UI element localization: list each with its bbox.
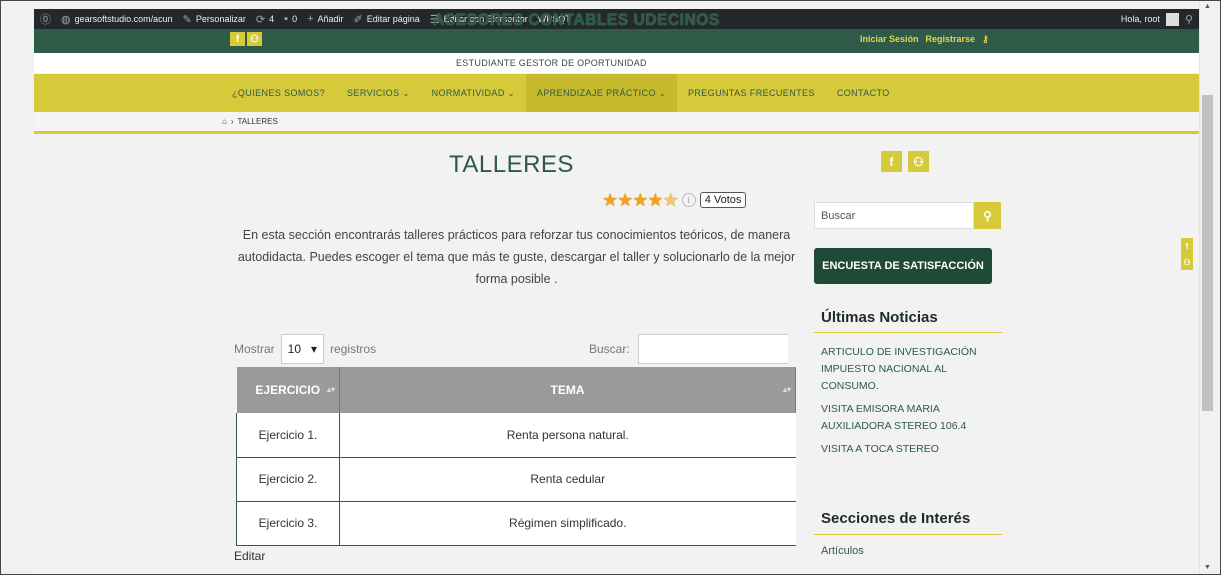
header-social-links: f ⚇ <box>230 32 262 46</box>
refresh-icon: ⟳ <box>255 13 266 26</box>
sidebar-social-links: f ⚇ <box>881 151 929 172</box>
site-link[interactable]: ◍ gearsoftstudio.com/acun <box>61 13 173 26</box>
table-length-control: Mostrar 10 ▾ registros <box>234 334 376 364</box>
wordpress-logo-icon[interactable]: ⓪ <box>40 11 51 27</box>
news-item[interactable]: VISITA A TOCA STEREO <box>821 441 981 458</box>
talleres-table: EJERCICIO ▴▾ TEMA ▴▾ Ejercicio 1. Renta pe… <box>236 367 796 546</box>
news-item[interactable]: VISITA EMISORA MARIA AUXILIADORA STEREO … <box>821 401 981 435</box>
user-icon[interactable]: ⚇ <box>247 32 262 46</box>
sidebar-search: Buscar ⚲ <box>814 202 1001 229</box>
scroll-down-icon[interactable]: ▼ <box>1202 564 1213 571</box>
news-item[interactable]: ARTICULO DE INVESTIGACIÓN IMPUESTO NACIO… <box>821 344 981 395</box>
site-tagline: ESTUDIANTE GESTOR DE OPORTUNIDAD <box>456 58 647 68</box>
user-icon[interactable]: ⚇ <box>908 151 929 172</box>
key-icon[interactable]: ⚷ <box>982 34 989 45</box>
home-icon[interactable]: ⌂ <box>222 117 227 126</box>
cell-ejercicio: Ejercicio 2. <box>236 457 340 502</box>
sort-icon: ▴▾ <box>326 385 335 394</box>
chevron-down-icon: ⌄ <box>507 88 515 98</box>
half-star-icon[interactable]: ★ <box>663 191 679 209</box>
facebook-icon[interactable]: f <box>230 32 245 46</box>
chevron-down-icon: ⌄ <box>658 88 666 98</box>
cell-ejercicio: Ejercicio 1. <box>236 413 340 458</box>
palette-icon: ◍ <box>61 13 71 26</box>
section-link[interactable]: Artículos <box>821 545 864 557</box>
cell-ejercicio: Ejercicio 3. <box>236 501 340 546</box>
brush-icon: ✎ <box>182 13 192 26</box>
records-label: registros <box>330 342 377 356</box>
site-title[interactable]: ASESORES CONTABLES UDECINOS <box>433 10 720 30</box>
nav-aprendizaje-practico[interactable]: APRENDIZAJE PRÁCTICO ⌄ <box>525 74 677 112</box>
sort-icon: ▴▾ <box>782 385 791 394</box>
table-search-label: Buscar: <box>589 342 630 356</box>
account-links: Iniciar Sesión Registrarse ⚷ <box>860 34 989 45</box>
column-header-ejercicio[interactable]: EJERCICIO ▴▾ <box>236 367 340 413</box>
search-icon[interactable]: ⚲ <box>974 202 1001 229</box>
register-link[interactable]: Registrarse <box>926 34 976 45</box>
star-rating[interactable]: ★ ★ ★ ★ ★ i 4 Votos <box>602 191 747 209</box>
star-icon[interactable]: ★ <box>602 191 618 209</box>
user-icon[interactable]: ⚇ <box>1181 254 1193 270</box>
votes-count: 4 Votos <box>699 192 747 208</box>
nav-normatividad[interactable]: NORMATIVIDAD ⌄ <box>421 74 526 112</box>
cell-tema[interactable]: Renta persona natural. <box>339 413 796 458</box>
nav-quienes-somos[interactable]: ¿QUIENES SOMOS? <box>221 74 336 112</box>
edit-page-link[interactable]: ✐ Editar página <box>354 13 420 26</box>
login-link[interactable]: Iniciar Sesión <box>860 34 919 45</box>
account-greeting[interactable]: Hola, root <box>1121 14 1160 24</box>
star-icon[interactable]: ★ <box>647 191 663 209</box>
table-header-row: EJERCICIO ▴▾ TEMA ▴▾ <box>236 367 796 413</box>
show-label: Mostrar <box>234 342 275 356</box>
cell-tema[interactable]: Régimen simplificado. <box>339 501 796 546</box>
breadcrumb: ⌂ › TALLERES <box>34 112 1199 131</box>
table-row: Ejercicio 3. Régimen simplificado. <box>236 501 796 546</box>
comment-icon: ▪ <box>284 13 289 25</box>
divider <box>814 534 1002 535</box>
chevron-down-icon: ⌄ <box>402 88 410 98</box>
latest-news-list: ARTICULO DE INVESTIGACIÓN IMPUESTO NACIO… <box>821 344 981 464</box>
scroll-up-icon[interactable]: ▲ <box>1202 3 1213 10</box>
floating-social-links: f ⚇ <box>1181 238 1193 270</box>
pencil-icon: ✐ <box>353 13 363 26</box>
nav-servicios[interactable]: SERVICIOS ⌄ <box>336 74 421 112</box>
nav-contacto[interactable]: CONTACTO <box>826 74 901 112</box>
scrollbar-thumb[interactable] <box>1202 95 1213 411</box>
records-per-page-select[interactable]: 10 ▾ <box>280 334 325 364</box>
table-row: Ejercicio 1. Renta persona natural. <box>236 413 796 458</box>
star-icon[interactable]: ★ <box>617 191 633 209</box>
table-search: Buscar: <box>589 334 788 364</box>
search-icon[interactable]: ⚲ <box>1185 13 1193 26</box>
latest-news-heading: Últimas Noticias <box>821 309 938 326</box>
updates-link[interactable]: ⟳ 4 <box>256 13 274 26</box>
info-icon[interactable]: i <box>681 193 696 207</box>
column-header-tema[interactable]: TEMA ▴▾ <box>339 367 796 413</box>
survey-button[interactable]: ENCUESTA DE SATISFACCIÓN <box>814 248 992 284</box>
browser-viewport: ⓪ ◍ gearsoftstudio.com/acun ✎ Personalizar… <box>0 0 1221 575</box>
table-row: Ejercicio 2. Renta cedular <box>236 457 796 502</box>
facebook-icon[interactable]: f <box>881 151 902 172</box>
cell-tema[interactable]: Renta cedular <box>339 457 796 502</box>
nav-preguntas-frecuentes[interactable]: PREGUNTAS FRECUENTES <box>677 74 826 112</box>
main-navigation: ¿QUIENES SOMOS? SERVICIOS ⌄ NORMATIVIDAD ⌄… <box>34 74 1199 112</box>
star-icon[interactable]: ★ <box>632 191 648 209</box>
add-new-link[interactable]: + Añadir <box>307 13 343 25</box>
breadcrumb-current: TALLERES <box>237 117 278 126</box>
dropdown-arrow-icon: ▾ <box>311 342 318 356</box>
sections-heading: Secciones de Interés <box>821 510 971 527</box>
customize-link[interactable]: ✎ Personalizar <box>183 13 246 26</box>
divider <box>814 332 1002 333</box>
edit-link[interactable]: Editar <box>234 549 265 563</box>
avatar[interactable] <box>1165 12 1179 26</box>
table-search-input[interactable] <box>637 334 788 364</box>
sidebar-search-input[interactable]: Buscar <box>814 202 974 229</box>
breadcrumb-separator: › <box>230 117 234 126</box>
facebook-icon[interactable]: f <box>1181 238 1193 254</box>
plus-icon: + <box>307 13 314 25</box>
intro-text: En esta sección encontrarás talleres prá… <box>237 228 796 286</box>
site-header: f ⚇ Iniciar Sesión Registrarse ⚷ <box>34 29 1199 53</box>
page-title: TALLERES <box>449 151 574 178</box>
comments-link[interactable]: ▪ 0 <box>284 13 297 25</box>
main-content: TALLERES ★ ★ ★ ★ ★ i 4 Votos En esta sec… <box>34 134 1199 574</box>
